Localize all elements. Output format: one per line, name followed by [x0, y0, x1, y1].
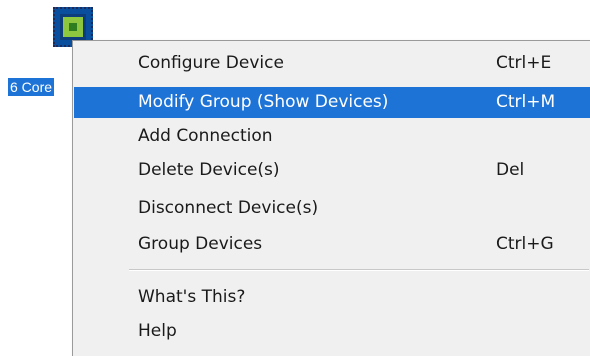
- menu-item-delete-devices[interactable]: Delete Device(s) Del: [74, 155, 590, 186]
- menu-item-label: Modify Group (Show Devices): [138, 92, 389, 112]
- menu-item-label: Delete Device(s): [138, 160, 280, 180]
- menu-item-disconnect-devices[interactable]: Disconnect Device(s): [74, 193, 590, 224]
- menu-item-shortcut: Ctrl+M: [496, 92, 556, 112]
- menu-item-configure-device[interactable]: Configure Device Ctrl+E: [74, 48, 590, 79]
- device-chip-inner: [60, 14, 86, 40]
- menu-item-add-connection[interactable]: Add Connection: [74, 121, 590, 152]
- menu-item-label: What's This?: [138, 287, 246, 307]
- context-menu: Configure Device Ctrl+E Modify Group (Sh…: [72, 40, 590, 356]
- menu-item-modify-group[interactable]: Modify Group (Show Devices) Ctrl+M: [74, 87, 590, 118]
- menu-item-shortcut: Ctrl+G: [496, 234, 554, 254]
- menu-item-label: Configure Device: [138, 53, 284, 73]
- menu-item-group-devices[interactable]: Group Devices Ctrl+G: [74, 229, 590, 260]
- menu-item-label: Add Connection: [138, 126, 273, 146]
- device-label[interactable]: 6 Core: [8, 78, 55, 96]
- menu-item-shortcut: Ctrl+E: [496, 53, 552, 73]
- menu-item-help[interactable]: Help: [74, 316, 590, 347]
- menu-separator: [129, 269, 589, 271]
- menu-item-shortcut: Del: [496, 160, 525, 180]
- menu-item-whats-this[interactable]: What's This?: [74, 282, 590, 313]
- device-chip-core: [69, 23, 77, 31]
- menu-item-label: Group Devices: [138, 234, 263, 254]
- menu-item-label: Help: [138, 321, 177, 341]
- menu-item-label: Disconnect Device(s): [138, 198, 319, 218]
